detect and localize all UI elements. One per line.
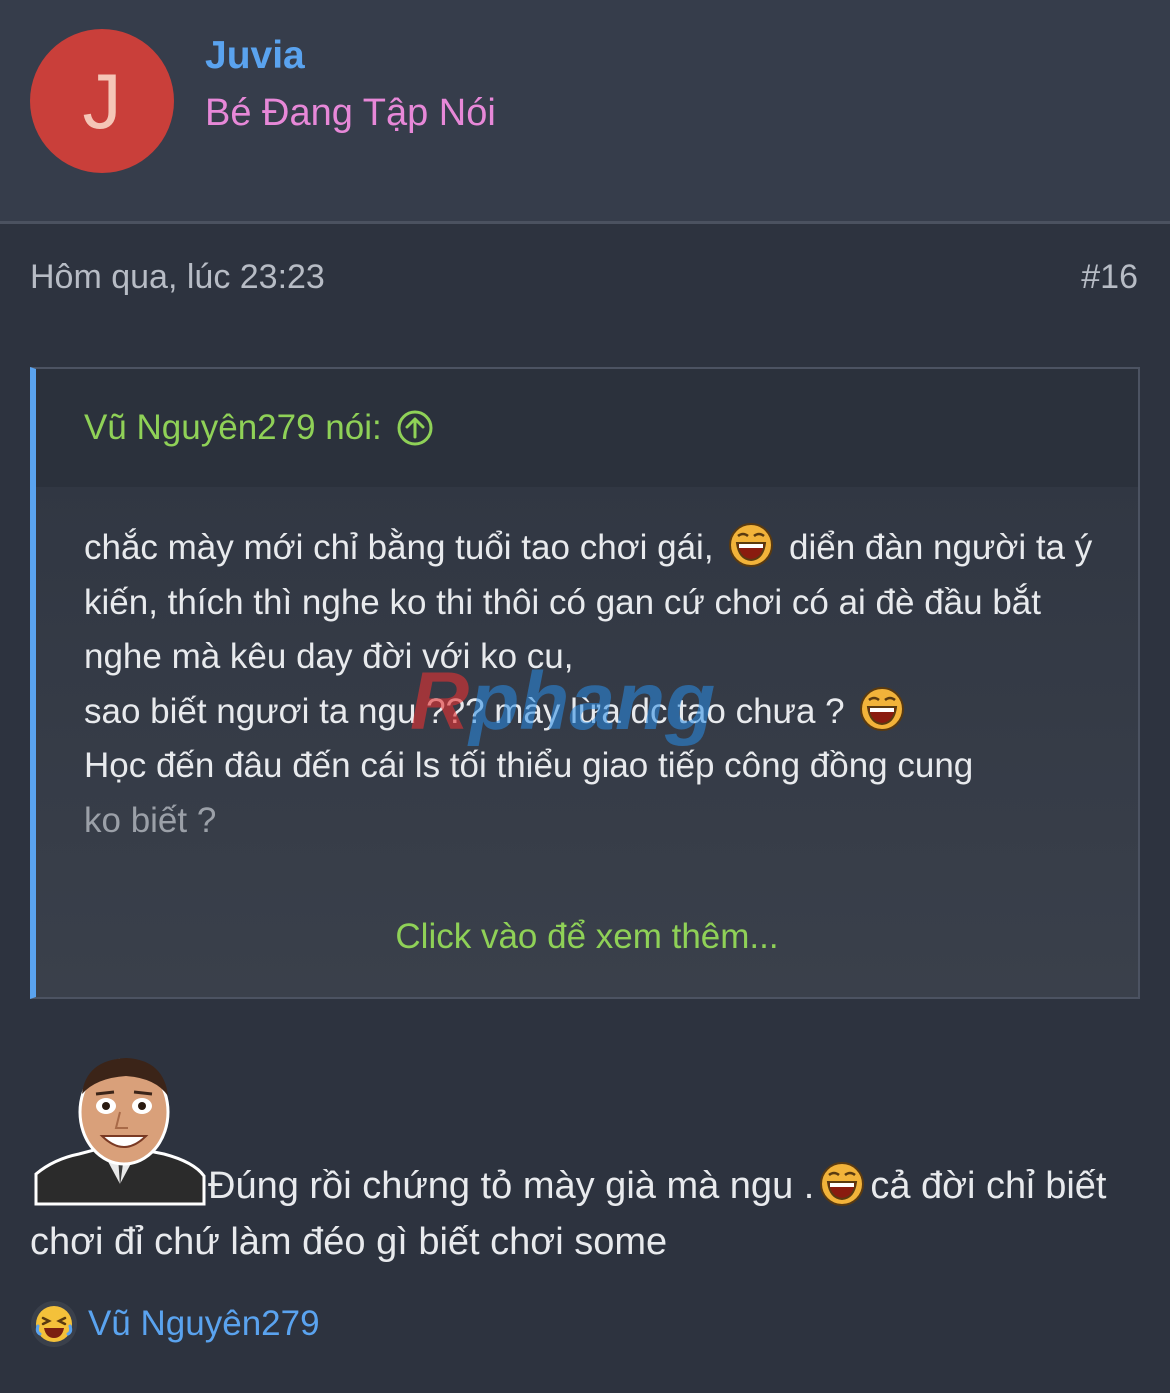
laughing-emoji-icon[interactable] xyxy=(30,1300,78,1348)
post-text: Đúng rồi chứng tỏ mày già mà ngu . xyxy=(208,1165,815,1207)
username-link[interactable]: Juvia xyxy=(205,34,305,78)
quote-expand-link[interactable]: Click vào để xem thêm... xyxy=(36,917,1138,957)
post-timestamp[interactable]: Hôm qua, lúc 23:23 xyxy=(30,258,325,297)
quote-line: Học đến đâu đến cái ls tối thiểu giao ti… xyxy=(84,746,974,785)
post-meta: Hôm qua, lúc 23:23 #16 xyxy=(30,258,1138,297)
laughing-smiley-icon xyxy=(860,686,905,731)
laughing-smiley-icon xyxy=(729,523,774,567)
arrow-up-circle-icon[interactable] xyxy=(396,409,434,447)
post-body: Đúng rồi chứng tỏ mày già mà ngu . cả đờ… xyxy=(30,1158,1140,1270)
reaction-bar[interactable]: Vũ Nguyên279 xyxy=(30,1300,320,1348)
quote-line: chắc mày mới chỉ bằng tuổi tao chơi gái, xyxy=(84,528,724,567)
user-header: J Juvia Bé Đang Tập Nói xyxy=(0,0,1170,224)
reaction-user-link[interactable]: Vũ Nguyên279 xyxy=(88,1304,320,1344)
quote-block: Vũ Nguyên279 nói: chắc mày mới chỉ bằng … xyxy=(30,367,1140,999)
avatar[interactable]: J xyxy=(30,29,174,173)
user-title: Bé Đang Tập Nói xyxy=(205,92,496,134)
laughing-smiley-icon xyxy=(820,1162,865,1206)
quote-body: chắc mày mới chỉ bằng tuổi tao chơi gái,… xyxy=(84,521,1108,848)
quote-author[interactable]: Vũ Nguyên279 nói: xyxy=(84,408,382,448)
post-number[interactable]: #16 xyxy=(1081,258,1138,297)
quote-line: ko biết ? xyxy=(84,800,217,840)
quote-line: sao biết ngươi ta ngu ??? mày lừa dc tao… xyxy=(84,691,855,731)
quote-header: Vũ Nguyên279 nói: xyxy=(36,369,1138,487)
avatar-letter: J xyxy=(82,57,122,145)
